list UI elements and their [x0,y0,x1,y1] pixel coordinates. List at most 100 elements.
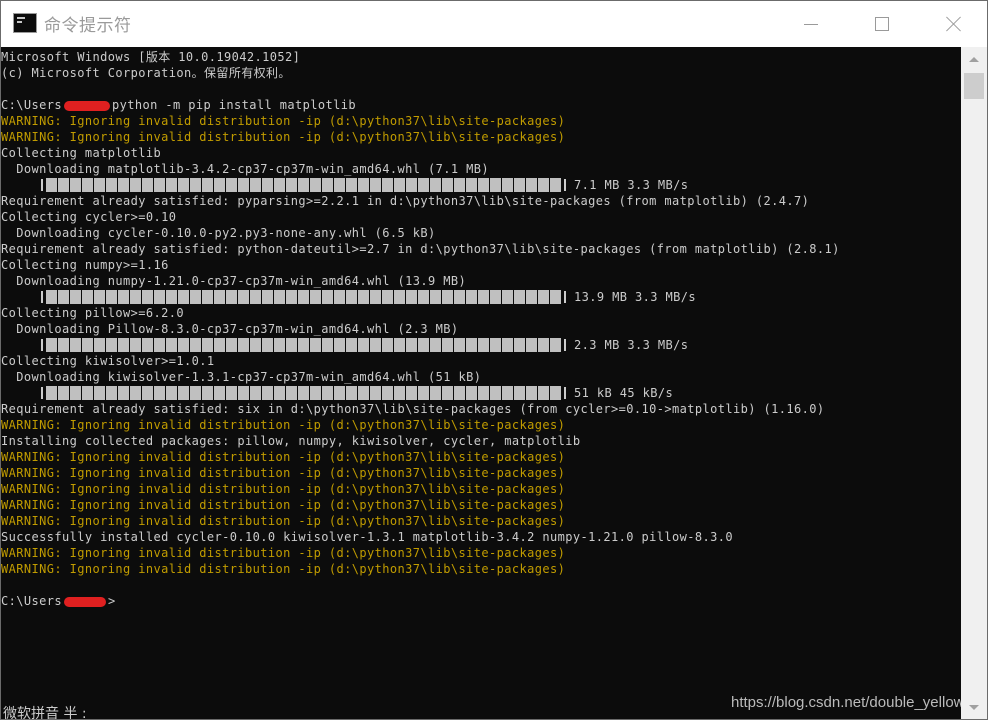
progress-segment [478,338,489,352]
progress-segment [322,290,333,304]
progress-bar-start [41,179,43,191]
progress-segment [106,338,117,352]
progress-segment [298,386,309,400]
progress-text: 51 kB 45 kB/s [574,386,674,400]
progress-segment [370,290,381,304]
progress-segment [106,386,117,400]
progress-segment [430,178,441,192]
warning-line: WARNING: Ignoring invalid distribution -… [1,466,566,480]
progress-segment [334,386,345,400]
progress-segment [58,178,69,192]
warning-line: WARNING: Ignoring invalid distribution -… [1,514,566,528]
console-output[interactable]: Microsoft Windows [版本 10.0.19042.1052] (c… [1,47,961,719]
progress-segment [142,338,153,352]
progress-segment [526,178,537,192]
progress-segment [310,386,321,400]
progress-segment [382,338,393,352]
progress-segment [358,338,369,352]
cmd-icon [13,13,37,33]
progress-segment [142,178,153,192]
progress-segment [502,338,513,352]
command-prompt-window: 命令提示符 Microsoft Windows [版本 10.0.19042.1… [0,0,988,720]
progress-segment [466,178,477,192]
progress-segment [466,290,477,304]
progress-segment [430,386,441,400]
progress-segment [286,386,297,400]
progress-segment [70,386,81,400]
warning-line: WARNING: Ignoring invalid distribution -… [1,418,566,432]
progress-segment [442,290,453,304]
progress-segment [370,178,381,192]
progress-segment [310,178,321,192]
scroll-down-button[interactable] [961,695,987,719]
progress-segment [490,338,501,352]
progress-segment [94,386,105,400]
prompt-command: > [108,594,116,608]
progress-segment [406,338,417,352]
progress-segment [94,290,105,304]
progress-segment [166,386,177,400]
progress-segment [178,290,189,304]
progress-segment [190,338,201,352]
prompt-path: C:\Users [1,594,62,608]
output-line: Downloading kiwisolver-1.3.1-cp37-cp37m-… [1,370,482,384]
progress-segment [46,290,57,304]
close-button[interactable] [931,1,977,47]
progress-text: 13.9 MB 3.3 MB/s [574,290,696,304]
progress-segment [550,178,561,192]
progress-segment [118,386,129,400]
progress-segment [238,178,249,192]
progress-segment [202,290,213,304]
progress-segment [382,178,393,192]
scroll-thumb[interactable] [964,73,984,99]
progress-segment [418,386,429,400]
progress-segment [82,386,93,400]
progress-segment [550,338,561,352]
progress-segment [262,178,273,192]
title-bar[interactable]: 命令提示符 [1,1,987,47]
prompt-path: C:\Users [1,98,62,112]
progress-segment [238,386,249,400]
progress-line: 2.3 MB 3.3 MB/s [1,337,961,353]
progress-segment [286,290,297,304]
progress-segment [118,338,129,352]
progress-segment [166,290,177,304]
progress-segment [226,178,237,192]
progress-segment [58,338,69,352]
progress-segment [346,290,357,304]
output-line: Installing collected packages: pillow, n… [1,434,581,448]
progress-segment [226,386,237,400]
progress-segment [214,290,225,304]
prompt-line: C:\Users > [1,593,961,609]
progress-segment [202,386,213,400]
progress-segment [46,386,57,400]
maximize-button[interactable] [859,1,905,47]
progress-segment [394,338,405,352]
progress-text: 2.3 MB 3.3 MB/s [574,338,689,352]
progress-text: 7.1 MB 3.3 MB/s [574,178,689,192]
progress-segment [106,178,117,192]
progress-bar-end [564,339,566,351]
watermark: https://blog.csdn.net/double_yellow [731,694,965,711]
scroll-up-button[interactable] [961,47,987,71]
output-line: Requirement already satisfied: pyparsing… [1,194,810,208]
vertical-scrollbar[interactable] [961,47,987,719]
progress-segment [490,290,501,304]
output-line: Downloading matplotlib-3.4.2-cp37-cp37m-… [1,162,489,176]
progress-bar [46,290,561,304]
progress-segment [82,178,93,192]
progress-segment [478,178,489,192]
progress-segment [286,178,297,192]
output-line: Collecting pillow>=6.2.0 [1,306,184,320]
progress-segment [514,338,525,352]
progress-segment [370,386,381,400]
progress-segment [526,290,537,304]
output-line: Microsoft Windows [版本 10.0.19042.1052] [1,50,301,64]
minimize-button[interactable] [788,1,834,47]
progress-segment [154,386,165,400]
progress-segment [274,338,285,352]
progress-segment [466,338,477,352]
progress-segment [190,386,201,400]
progress-segment [322,338,333,352]
progress-segment [130,178,141,192]
